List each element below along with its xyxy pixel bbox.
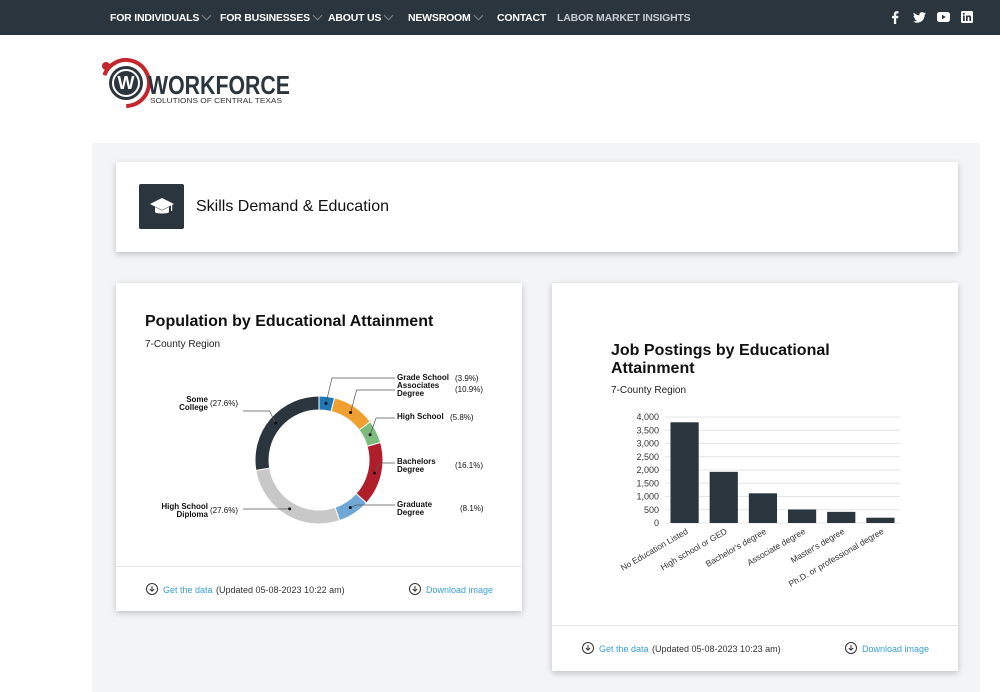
nav-labor-market-insights[interactable]: LABOR MARKET INSIGHTS [557, 0, 691, 35]
y-tick-label: 2,500 [636, 452, 659, 462]
nav-contact[interactable]: CONTACT [497, 0, 546, 35]
y-tick-label: 4,000 [636, 412, 659, 422]
slice-pct-hs-diploma: (27.6%) [210, 506, 239, 515]
chevron-down-icon [383, 10, 394, 21]
slice-pct-associates: (10.9%) [455, 385, 484, 394]
bar[interactable] [866, 517, 895, 523]
graduation-cap-icon [139, 184, 184, 229]
download-image-link[interactable]: Download image [426, 585, 493, 595]
nav-label: CONTACT [497, 11, 547, 24]
nav-for-individuals[interactable]: FOR INDIVIDUALS [110, 0, 212, 35]
nav-label: LABOR MARKET INSIGHTS [557, 11, 691, 24]
population-chart-title: Population by Educational Attainment [145, 313, 434, 330]
nav-label: NEWSROOM [408, 11, 471, 24]
leader-dot [373, 471, 377, 475]
top-nav: FOR INDIVIDUALS FOR BUSINESSES ABOUT US … [0, 0, 1000, 35]
leader-dot [274, 421, 278, 425]
slice-label-graduate: Graduate Degree [397, 500, 433, 517]
population-chart-card: Population by Educational Attainment 7-C… [116, 283, 522, 611]
x-tick-label: High school or GED [659, 526, 729, 572]
slice-pct-high-school: (5.8%) [450, 413, 474, 422]
bar[interactable] [709, 471, 738, 523]
nav-label: ABOUT US [328, 11, 382, 24]
download-icon[interactable] [582, 642, 594, 654]
y-tick-label: 2,000 [636, 465, 659, 475]
slice-label-some-college: Some College [179, 395, 208, 412]
updated-timestamp: (Updated 05-08-2023 10:23 am) [652, 644, 781, 654]
leader-dot [349, 411, 353, 415]
chevron-down-icon [201, 10, 212, 21]
job-postings-chart-card: Job Postings by Educational Attainment 7… [552, 283, 958, 671]
youtube-icon[interactable] [936, 10, 950, 24]
get-data-link[interactable]: Get the data [163, 585, 213, 595]
bar[interactable] [827, 511, 856, 523]
logo-tagline: SOLUTIONS OF CENTRAL TEXAS [150, 98, 282, 105]
download-image-link[interactable]: Download image [862, 644, 929, 654]
slice-label-high-school: High School [397, 412, 444, 421]
y-tick-label: 3,000 [636, 439, 659, 449]
updated-timestamp: (Updated 05-08-2023 10:22 am) [216, 585, 345, 595]
leader-dot [288, 507, 292, 511]
leader-dot [324, 401, 328, 405]
logo-w-letter: W [118, 73, 135, 93]
population-card-footer: Get the data (Updated 05-08-2023 10:22 a… [116, 566, 522, 611]
donut-slice-high-school-diploma[interactable] [255, 467, 341, 525]
slice-pct-some-college: (27.6%) [210, 399, 239, 408]
leader-dot [368, 433, 372, 437]
facebook-icon[interactable] [888, 10, 902, 24]
y-tick-label: 3,500 [636, 425, 659, 435]
y-tick-label: 1,500 [636, 478, 659, 488]
slice-label-bachelors: Bachelors Degree [397, 457, 436, 474]
download-icon[interactable] [409, 583, 421, 595]
bar[interactable] [748, 493, 778, 523]
linkedin-icon[interactable] [960, 10, 974, 24]
job-chart-title: Job Postings by Educational Attainment [611, 342, 830, 377]
slice-label-hs-diploma: High School Diploma [161, 502, 208, 519]
job-chart-subtitle: 7-County Region [611, 385, 687, 396]
slice-label-associates: Associates Degree [397, 381, 440, 398]
chevron-down-icon [312, 10, 323, 21]
bar-chart: 0 500 1,000 1,500 2,000 2,500 3,000 3,500 4,000 N… [619, 412, 900, 589]
nav-for-businesses[interactable]: FOR BUSINESSES [220, 0, 323, 35]
nav-about-us[interactable]: ABOUT US [328, 0, 394, 35]
section-header-card: Skills Demand & Education [116, 162, 958, 252]
twitter-icon[interactable] [912, 10, 926, 24]
population-chart-subtitle: 7-County Region [145, 339, 221, 350]
nav-label: FOR BUSINESSES [220, 11, 310, 24]
donut-slice-bachelors-degree[interactable] [355, 441, 384, 504]
chevron-down-icon [473, 10, 484, 21]
nav-newsroom[interactable]: NEWSROOM [408, 0, 484, 35]
logo-wordmark: WORKFORCE [148, 70, 290, 100]
y-tick-label: 500 [644, 505, 659, 515]
bar[interactable] [787, 509, 817, 523]
leader-dot [348, 506, 352, 510]
download-icon[interactable] [146, 583, 158, 595]
slice-pct-graduate: (8.1%) [460, 504, 484, 513]
get-data-link[interactable]: Get the data [599, 644, 649, 654]
bar[interactable] [670, 422, 699, 523]
workforce-logo[interactable]: W WORKFORCE SOLUTIONS OF CENTRAL TEXAS [100, 57, 300, 109]
job-card-footer: Get the data (Updated 05-08-2023 10:23 a… [552, 625, 958, 671]
x-tick-label: No Education Listed [619, 526, 690, 573]
y-tick-label: 1,000 [636, 492, 659, 502]
donut-slice-some-college[interactable] [254, 395, 320, 471]
slice-pct-bachelors: (16.1%) [455, 461, 484, 470]
nav-label: FOR INDIVIDUALS [110, 11, 200, 24]
slice-pct-grade-school: (3.9%) [455, 374, 479, 383]
section-title: Skills Demand & Education [196, 198, 389, 215]
y-tick-label: 0 [654, 518, 659, 528]
download-icon[interactable] [845, 642, 857, 654]
